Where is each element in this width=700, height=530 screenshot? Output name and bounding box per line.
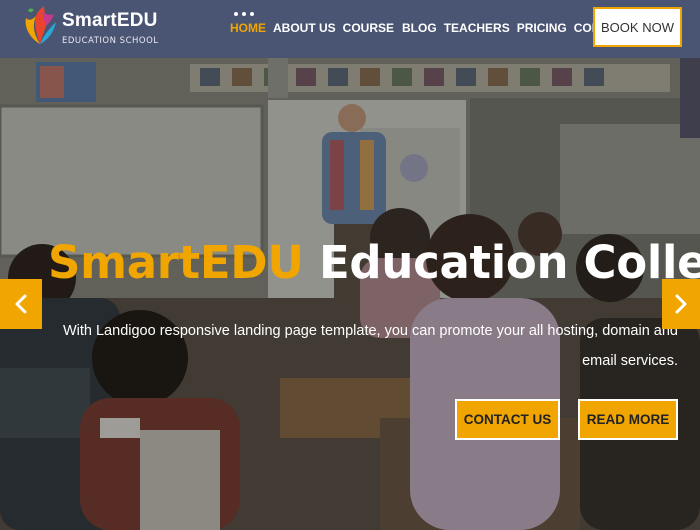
dots-icon[interactable] [234,3,264,16]
nav-item-about-us[interactable]: ABOUT US [273,20,336,36]
chevron-right-icon [675,294,687,314]
hero-title-rest: Education College [318,236,700,289]
book-now-button[interactable]: BOOK NOW [593,7,682,47]
nav-item-pricing[interactable]: PRICING [517,20,567,36]
slider-next-button[interactable] [662,279,700,329]
hero-description: With Landigoo responsive landing page te… [62,323,678,369]
main-nav: HOME ABOUT US COURSE BLOG TEACHERS PRICI… [230,20,632,36]
hero-slider: SmartEDU Education College With Landigoo… [0,58,700,530]
brand-name: SmartEDU [62,10,158,31]
hero-title: SmartEDU Education College [48,235,700,291]
chevron-left-icon [15,294,27,314]
flame-book-logo-icon [25,6,56,44]
site-header: SmartEDU EDUCATION SCHOOL HOME ABOUT US … [0,0,700,58]
hero-title-brand: SmartEDU [48,236,304,289]
slider-prev-button[interactable] [0,279,42,329]
nav-item-home[interactable]: HOME [230,20,266,36]
site-logo[interactable]: SmartEDU EDUCATION SCHOOL [20,4,180,54]
hero-overlay [0,58,700,530]
brand-tagline: EDUCATION SCHOOL [62,36,159,46]
nav-item-blog[interactable]: BLOG [402,20,437,36]
read-more-button[interactable]: READ MORE [578,399,678,440]
contact-us-button[interactable]: CONTACT US [455,399,560,440]
nav-item-course[interactable]: COURSE [343,20,394,36]
nav-item-teachers[interactable]: TEACHERS [444,20,510,36]
